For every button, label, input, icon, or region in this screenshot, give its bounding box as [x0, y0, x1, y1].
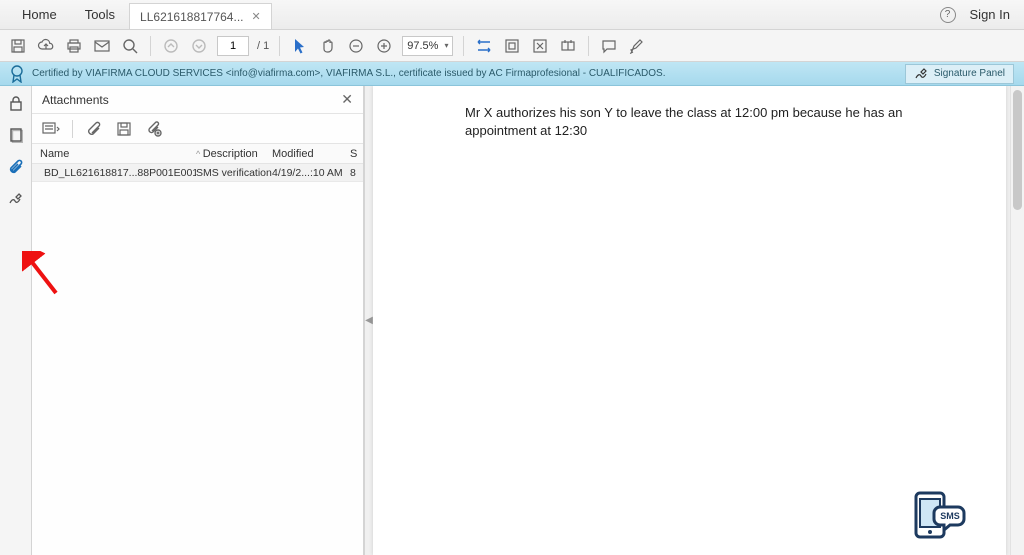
attachments-rail-icon[interactable] — [7, 158, 25, 176]
tab-bar: Home Tools LL621618817764... ✕ ? Sign In — [0, 0, 1024, 30]
col-description[interactable]: Description — [196, 148, 272, 160]
thumbnails-icon[interactable] — [7, 126, 25, 144]
signature-banner: Certified by VIAFIRMA CLOUD SERVICES <in… — [0, 62, 1024, 86]
tab-home[interactable]: Home — [8, 0, 71, 29]
open-attachment-icon[interactable] — [85, 120, 103, 138]
vertical-scrollbar[interactable] — [1010, 86, 1024, 555]
page-number-input[interactable] — [217, 36, 249, 56]
tab-document[interactable]: LL621618817764... ✕ — [129, 3, 272, 29]
attachments-close-icon[interactable]: ✕ — [341, 91, 353, 108]
tab-document-label: LL621618817764... — [140, 10, 243, 24]
zoom-value: 97.5% — [407, 40, 438, 52]
page-up-icon — [161, 36, 181, 56]
zoom-out-icon[interactable] — [346, 36, 366, 56]
attachment-row[interactable]: BD_LL621618817...88P001E001.xml SMS veri… — [32, 164, 363, 182]
document-body-text: Mr X authorizes his son Y to leave the c… — [465, 104, 966, 139]
col-modified[interactable]: Modified — [272, 148, 350, 160]
save-attachment-icon[interactable] — [115, 120, 133, 138]
comment-icon[interactable] — [599, 36, 619, 56]
fullscreen-icon[interactable] — [530, 36, 550, 56]
fit-width-icon[interactable] — [474, 36, 494, 56]
tab-close-icon[interactable]: ✕ — [251, 10, 260, 23]
signature-panel-label: Signature Panel — [934, 68, 1005, 79]
signature-panel-button[interactable]: Signature Panel — [905, 64, 1014, 84]
page-down-icon — [189, 36, 209, 56]
main-area: Attachments ✕ Name Description Modified … — [0, 86, 1024, 555]
toolbar: / 1 97.5% ▾ — [0, 30, 1024, 62]
pointer-icon[interactable] — [290, 36, 310, 56]
zoom-in-icon[interactable] — [374, 36, 394, 56]
sign-in-button[interactable]: Sign In — [970, 7, 1010, 22]
highlight-icon[interactable] — [627, 36, 647, 56]
svg-text:SMS: SMS — [940, 511, 960, 521]
tab-tools[interactable]: Tools — [71, 0, 129, 29]
attachments-toolbar — [32, 114, 363, 144]
view-options-icon[interactable] — [42, 120, 60, 138]
zoom-select[interactable]: 97.5% ▾ — [402, 36, 453, 56]
lock-icon[interactable] — [7, 94, 25, 112]
ribbon-icon — [10, 65, 24, 83]
search-icon[interactable] — [120, 36, 140, 56]
col-size[interactable]: S — [350, 148, 364, 160]
signatures-rail-icon[interactable] — [7, 190, 25, 208]
panel-collapse-grip[interactable]: ◀ — [365, 307, 373, 335]
fit-page-icon[interactable] — [502, 36, 522, 56]
cloud-upload-icon[interactable] — [36, 36, 56, 56]
help-icon[interactable]: ? — [940, 7, 956, 23]
add-attachment-icon[interactable] — [145, 120, 163, 138]
scrollbar-thumb[interactable] — [1013, 90, 1022, 210]
attachments-columns[interactable]: Name Description Modified S — [32, 144, 363, 164]
mail-icon[interactable] — [92, 36, 112, 56]
signature-text: Certified by VIAFIRMA CLOUD SERVICES <in… — [32, 68, 666, 79]
attachment-modified: 4/19/2...:10 AM — [272, 167, 350, 179]
chevron-down-icon: ▾ — [444, 41, 448, 50]
document-viewport[interactable]: ◀ Mr X authorizes his son Y to leave the… — [364, 86, 1024, 555]
attachments-panel: Attachments ✕ Name Description Modified … — [32, 86, 364, 555]
sms-badge-icon: SMS — [910, 489, 966, 541]
hand-icon[interactable] — [318, 36, 338, 56]
print-icon[interactable] — [64, 36, 84, 56]
col-name[interactable]: Name — [32, 148, 196, 160]
attachments-title: Attachments — [42, 93, 109, 107]
read-mode-icon[interactable] — [558, 36, 578, 56]
attachment-name: BD_LL621618817...88P001E001.xml — [32, 167, 196, 179]
attachment-size: 8 — [350, 167, 364, 179]
save-icon[interactable] — [8, 36, 28, 56]
attachment-desc: SMS verification — [196, 167, 272, 179]
document-page: Mr X authorizes his son Y to leave the c… — [373, 86, 1006, 555]
page-total-label: / 1 — [257, 40, 269, 52]
left-rail — [0, 86, 32, 555]
